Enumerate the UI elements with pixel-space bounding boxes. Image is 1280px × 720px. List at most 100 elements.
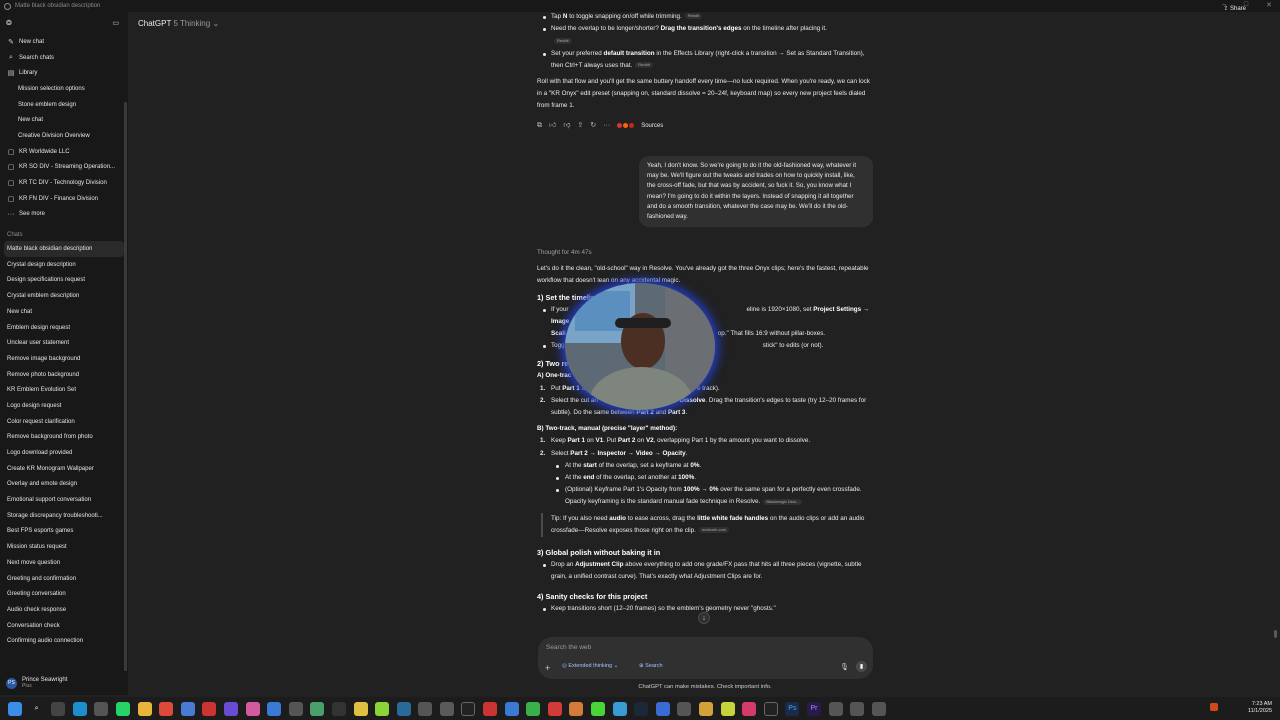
- app-icon[interactable]: [288, 701, 303, 716]
- project-item[interactable]: ▢ KR Worldwide LLC: [0, 144, 128, 160]
- project-item[interactable]: ▢ KR SO DIV - Streaming Operation...: [0, 160, 128, 176]
- composer-input[interactable]: Search the web: [546, 644, 591, 651]
- folder-icon[interactable]: [137, 701, 152, 716]
- chat-history-item[interactable]: Best FPS esports games: [0, 524, 128, 540]
- chat-history-item[interactable]: Remove image background: [0, 351, 128, 367]
- plus-icon[interactable]: +: [545, 663, 550, 673]
- project-item[interactable]: ▢ KR FN DIV - Finance Division: [0, 191, 128, 207]
- app-icon[interactable]: [310, 701, 325, 716]
- app-icon[interactable]: [763, 701, 778, 716]
- citation-chip[interactable]: Reddit: [684, 13, 703, 20]
- voice-mode-icon[interactable]: ▮: [856, 661, 867, 672]
- app-icon[interactable]: [180, 701, 195, 716]
- chat-history-item[interactable]: Audio check response: [0, 602, 128, 618]
- app-icon[interactable]: [720, 701, 735, 716]
- chat-history-item[interactable]: Remove background from photo: [0, 430, 128, 446]
- citation-chip[interactable]: Reddit: [635, 62, 653, 69]
- chat-history-item[interactable]: Next move question: [0, 555, 128, 571]
- chat-history-item[interactable]: Emblem design request: [0, 320, 128, 336]
- chat-history-item[interactable]: Greeting conversation: [0, 586, 128, 602]
- app-icon[interactable]: [483, 701, 498, 716]
- sidebar-search-chats[interactable]: ⌕ Search chats: [0, 50, 128, 66]
- app-icon[interactable]: [375, 701, 390, 716]
- citation-chip[interactable]: motionrh.com: [698, 527, 730, 534]
- share-icon[interactable]: ⇪: [577, 120, 583, 132]
- project-item[interactable]: ▢ KR TC DIV - Technology Division: [0, 175, 128, 191]
- app-icon[interactable]: [504, 701, 519, 716]
- citation-chip[interactable]: Blackmagic Desi...: [763, 498, 803, 505]
- chat-history-item[interactable]: Matte black obsidian description: [4, 241, 124, 257]
- more-icon[interactable]: ···: [603, 120, 610, 132]
- app-icon[interactable]: [850, 701, 865, 716]
- app-icon[interactable]: [871, 701, 886, 716]
- app-icon[interactable]: [396, 701, 411, 716]
- copy-icon[interactable]: ⧉: [537, 120, 542, 132]
- chat-history-item[interactable]: Remove photo background: [0, 367, 128, 383]
- chat-history-item[interactable]: Color request clarification: [0, 414, 128, 430]
- chat-history-item[interactable]: Storage discrepancy troubleshooti...: [0, 508, 128, 524]
- app-icon[interactable]: [699, 701, 713, 716]
- chatgpt-app-icon[interactable]: [94, 701, 109, 716]
- search-icon[interactable]: ⌕: [30, 702, 44, 716]
- chat-history-item[interactable]: Overlay and emote design: [0, 477, 128, 493]
- regenerate-icon[interactable]: ↻: [590, 120, 596, 132]
- app-icon[interactable]: [655, 701, 670, 716]
- main-scrollbar[interactable]: [1274, 630, 1277, 638]
- app-icon[interactable]: [418, 701, 433, 716]
- app-icon[interactable]: [677, 701, 692, 716]
- chat-history-item[interactable]: New chat: [0, 304, 128, 320]
- extended-thinking-chip[interactable]: ◎ Extended thinking ⌄: [562, 663, 618, 669]
- library-item[interactable]: New chat: [0, 112, 128, 128]
- close-icon[interactable]: ✕: [1266, 1, 1272, 9]
- chat-history-item[interactable]: Create KR Monogram Wallpaper: [0, 461, 128, 477]
- whatsapp-icon[interactable]: [115, 701, 130, 716]
- app-icon[interactable]: [202, 701, 217, 716]
- chat-history-item[interactable]: Logo design request: [0, 398, 128, 414]
- chat-history-item[interactable]: Design specifications request: [0, 273, 128, 289]
- sidebar-toggle-icon[interactable]: ▭: [112, 19, 119, 27]
- chat-history-item[interactable]: Conversation check: [0, 618, 128, 634]
- app-icon[interactable]: [612, 701, 627, 716]
- app-icon[interactable]: [461, 701, 476, 716]
- sidebar-library[interactable]: ▤ Library: [0, 65, 128, 81]
- app-icon[interactable]: [634, 701, 649, 716]
- app-icon[interactable]: [828, 701, 843, 716]
- chat-history-item[interactable]: Mission status request: [0, 539, 128, 555]
- app-icon[interactable]: [245, 701, 260, 716]
- app-icon[interactable]: [569, 701, 584, 716]
- chat-history-item[interactable]: KR Emblem Evolution Set: [0, 382, 128, 398]
- premiere-icon[interactable]: Pr: [806, 701, 821, 716]
- sources-button[interactable]: Sources: [641, 120, 663, 132]
- chat-history-item[interactable]: Unclear user statement: [0, 335, 128, 351]
- app-icon[interactable]: [353, 701, 368, 716]
- app-icon[interactable]: [439, 701, 454, 716]
- citation-chip[interactable]: Reddit: [554, 37, 572, 44]
- microphone-icon[interactable]: 🎙︎: [840, 663, 849, 671]
- notification-badge-icon[interactable]: [1210, 703, 1218, 711]
- chat-history-item[interactable]: Crystal design description: [0, 257, 128, 273]
- windows-start-icon[interactable]: [8, 701, 22, 716]
- app-icon[interactable]: [547, 701, 562, 716]
- app-icon[interactable]: [331, 701, 346, 716]
- chrome-icon[interactable]: [159, 701, 174, 716]
- thought-toggle[interactable]: Thought for 4m 47s: [537, 247, 873, 259]
- app-icon[interactable]: [526, 701, 541, 716]
- thumbs-down-icon[interactable]: 👎︎: [563, 120, 570, 132]
- see-more-button[interactable]: ··· See more: [0, 207, 128, 223]
- chatgpt-logo-icon[interactable]: ❂: [6, 19, 12, 27]
- edge-icon[interactable]: [72, 701, 87, 716]
- scroll-down-button[interactable]: ↓: [698, 612, 710, 624]
- library-item[interactable]: Stone emblem design: [0, 97, 128, 113]
- app-icon[interactable]: [742, 701, 757, 716]
- search-chip[interactable]: ⊕ Search: [639, 663, 663, 669]
- chat-history-item[interactable]: Greeting and confirmation: [0, 571, 128, 587]
- library-item[interactable]: Creative Division Overview: [0, 128, 128, 144]
- share-button[interactable]: ⇪ Share: [1223, 5, 1246, 12]
- message-composer[interactable]: Search the web + ◎ Extended thinking ⌄ ⊕…: [538, 637, 873, 679]
- app-icon[interactable]: [223, 701, 238, 716]
- app-icon[interactable]: [591, 701, 606, 716]
- sidebar-scrollbar[interactable]: [124, 102, 127, 695]
- chat-history-item[interactable]: Logo download provided: [0, 445, 128, 461]
- sidebar-new-chat[interactable]: ✎ New chat: [0, 34, 128, 50]
- task-view-icon[interactable]: [51, 701, 66, 716]
